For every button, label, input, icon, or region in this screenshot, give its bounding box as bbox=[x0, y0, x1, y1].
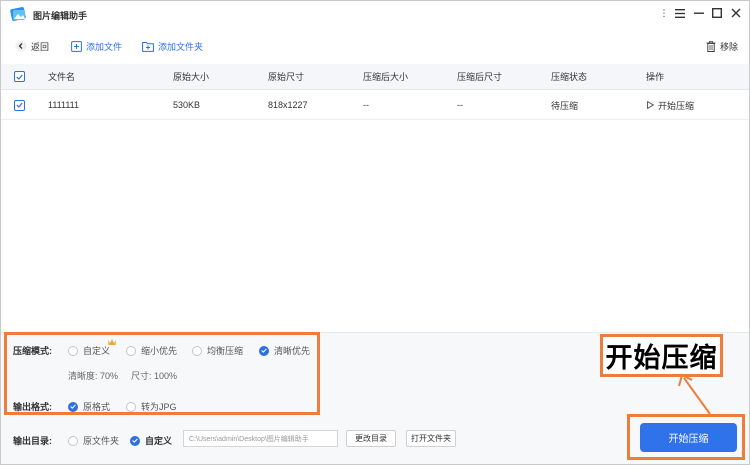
callout-arrow-icon bbox=[678, 373, 711, 415]
select-all-checkbox[interactable] bbox=[14, 64, 25, 89]
add-file-button[interactable]: 添加文件 bbox=[71, 39, 122, 53]
column-header: 操作 bbox=[646, 72, 665, 82]
compressed-size: -- bbox=[363, 100, 369, 110]
more-icon[interactable]: ⋮ bbox=[657, 6, 671, 20]
column-header: 文件名 bbox=[48, 72, 76, 82]
add-folder-label: 添加文件夹 bbox=[158, 41, 204, 52]
row-action-label: 开始压缩 bbox=[658, 100, 695, 111]
close-icon[interactable] bbox=[729, 6, 743, 20]
output-dir-label: 输出目录: bbox=[13, 436, 52, 446]
back-button[interactable]: 返回 bbox=[15, 39, 49, 53]
radio-icon bbox=[68, 435, 78, 446]
dir-option-original[interactable]: 原文件夹 bbox=[68, 434, 119, 447]
dir-option-label: 自定义 bbox=[145, 436, 173, 446]
trash-icon bbox=[706, 40, 716, 52]
column-header: 压缩后尺寸 bbox=[457, 72, 503, 82]
maximize-icon[interactable] bbox=[710, 6, 724, 20]
radio-checked-icon bbox=[130, 435, 140, 446]
compressed-dimensions: -- bbox=[457, 100, 463, 110]
app-logo-icon bbox=[10, 7, 26, 21]
column-header: 压缩后大小 bbox=[363, 72, 409, 82]
column-header: 原始大小 bbox=[173, 72, 210, 82]
remove-label: 移除 bbox=[720, 41, 739, 52]
play-icon bbox=[647, 101, 654, 109]
table-row[interactable]: 1111111 530KB 818x1227 -- -- 待压缩 开始压缩 bbox=[1, 91, 749, 120]
start-compress-callout: 开始压缩 bbox=[600, 334, 723, 377]
app-title: 图片编辑助手 bbox=[33, 11, 88, 21]
check-icon bbox=[16, 102, 23, 108]
title-bar: 图片编辑助手 ⋮ bbox=[0, 0, 750, 30]
check-icon bbox=[16, 74, 23, 80]
original-size: 530KB bbox=[173, 100, 201, 110]
settings-highlight-box bbox=[4, 332, 320, 415]
compress-status: 待压缩 bbox=[551, 100, 579, 111]
dir-option-custom[interactable]: 自定义 bbox=[130, 434, 172, 447]
table-header: 文件名 原始大小 原始尺寸 压缩后大小 压缩后尺寸 压缩状态 操作 bbox=[1, 64, 749, 90]
change-dir-button[interactable]: 更改目录 bbox=[346, 430, 396, 447]
back-label: 返回 bbox=[31, 41, 50, 52]
column-header: 压缩状态 bbox=[551, 72, 588, 82]
open-folder-button[interactable]: 打开文件夹 bbox=[406, 430, 456, 447]
file-name: 1111111 bbox=[48, 100, 80, 110]
start-compress-button[interactable]: 开始压缩 bbox=[640, 423, 737, 452]
row-start-compress-button[interactable]: 开始压缩 bbox=[647, 91, 694, 119]
back-arrow-icon bbox=[15, 40, 27, 52]
minimize-icon[interactable] bbox=[692, 6, 706, 20]
add-file-label: 添加文件 bbox=[86, 41, 123, 52]
add-folder-icon bbox=[142, 41, 154, 52]
add-file-icon bbox=[71, 40, 82, 52]
menu-icon[interactable] bbox=[673, 6, 687, 20]
add-folder-button[interactable]: 添加文件夹 bbox=[142, 39, 203, 53]
row-checkbox[interactable] bbox=[14, 91, 25, 119]
original-dimensions: 818x1227 bbox=[268, 100, 308, 110]
remove-button[interactable]: 移除 bbox=[706, 39, 738, 53]
column-header: 原始尺寸 bbox=[268, 72, 305, 82]
dir-option-label: 原文件夹 bbox=[83, 436, 120, 446]
output-path-input[interactable]: C:\Users\admin\Desktop\图片编辑助手 bbox=[183, 430, 338, 447]
